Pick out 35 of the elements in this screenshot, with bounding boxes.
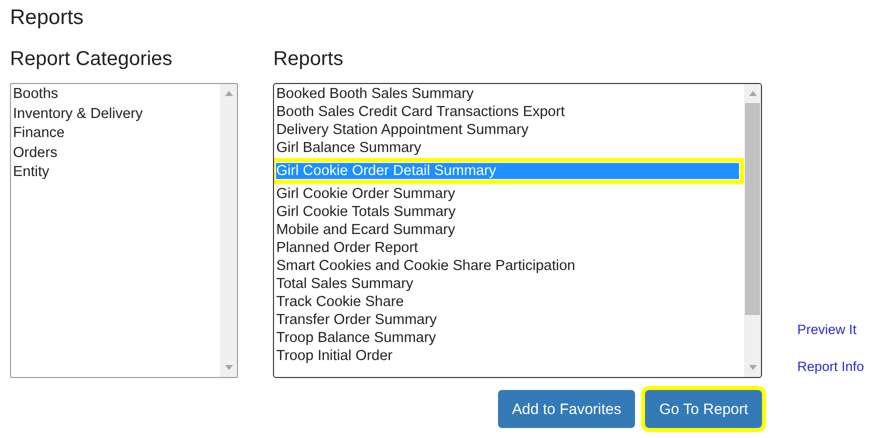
list-box[interactable]: Booths Inventory & Delivery Finance Orders Entity	[10, 83, 238, 378]
list-item[interactable]: Inventory & Delivery	[11, 104, 220, 124]
list-item[interactable]: Planned Order Report	[274, 239, 744, 257]
list-item[interactable]: Total Sales Summary	[274, 275, 744, 293]
scroll-down-icon[interactable]	[224, 365, 233, 370]
section-heading: Report Categories	[10, 48, 174, 72]
list-item[interactable]: Booked Booth Sales Summary	[274, 85, 744, 103]
list-item[interactable]: Smart Cookies and Cookie Share Participation	[274, 257, 744, 275]
list-item[interactable]: Track Cookie Share	[274, 293, 744, 311]
page-title: Reports	[10, 6, 85, 30]
add-favorites-button[interactable]: Add to Favorites	[498, 390, 636, 428]
list-box[interactable]	[273, 83, 762, 378]
scrollbar[interactable]	[744, 84, 762, 377]
list-item[interactable]: Troop Initial Order	[274, 347, 744, 365]
scrollbar[interactable]	[220, 84, 238, 377]
list-item[interactable]: Delivery Station Appointment Summary	[274, 121, 744, 139]
list-item[interactable]: Booths	[11, 85, 220, 104]
link[interactable]: Preview It	[797, 322, 864, 337]
list-item[interactable]: Entity	[11, 163, 220, 182]
go-report-button[interactable]: Go To Report	[645, 390, 762, 428]
list-item[interactable]: Orders	[11, 144, 220, 163]
list-item[interactable]: Girl Cookie Totals Summary	[274, 203, 744, 221]
scroll-thumb[interactable]	[745, 103, 760, 315]
list-item[interactable]: Troop Balance Summary	[274, 329, 744, 347]
link[interactable]: Report Info	[797, 359, 864, 374]
list-item[interactable]: Girl Balance Summary	[274, 139, 744, 157]
list-item[interactable]: Girl Cookie Order Summary	[274, 185, 744, 203]
list-item[interactable]: Finance	[11, 124, 220, 144]
list-item[interactable]: Mobile and Ecard Summary	[274, 221, 744, 239]
scroll-down-icon[interactable]	[748, 365, 757, 370]
scroll-up-icon[interactable]	[224, 91, 233, 96]
list-item[interactable]: Booth Sales Credit Card Transactions Export	[274, 103, 744, 121]
scroll-up-icon[interactable]	[748, 91, 757, 96]
section-heading: Reports	[273, 48, 344, 72]
list-item[interactable]: Transfer Order Summary	[274, 311, 744, 329]
